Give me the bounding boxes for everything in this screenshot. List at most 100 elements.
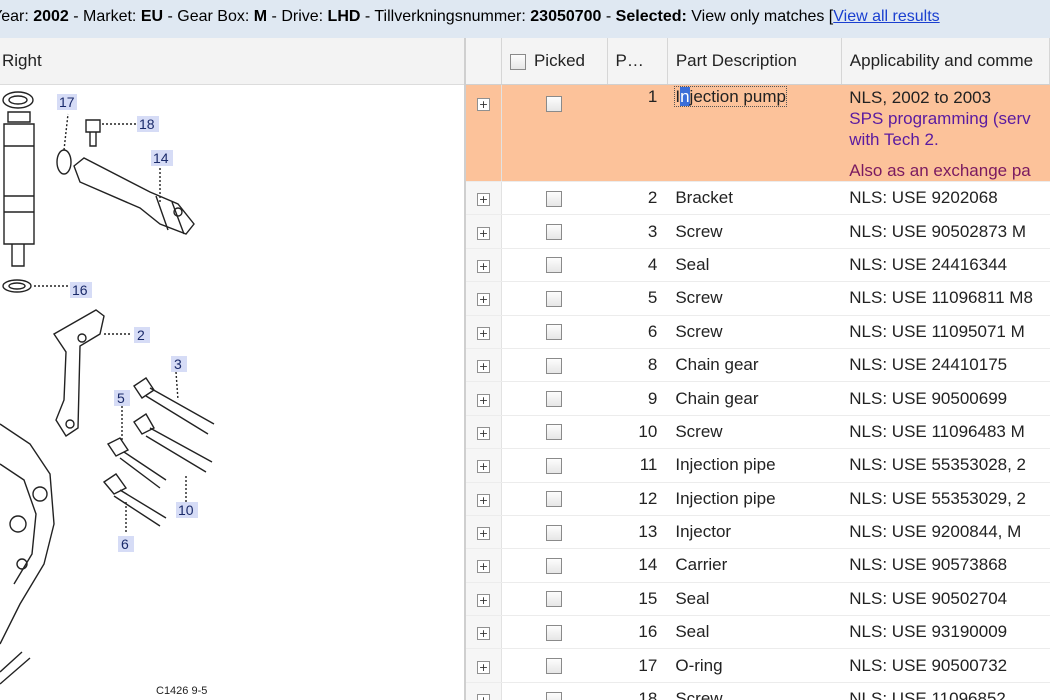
expand-plus-icon[interactable]: +	[476, 193, 490, 207]
table-row[interactable]: +15 Seal NLS: USE 90502704	[466, 582, 1050, 617]
diagram-label-14[interactable]: 14	[153, 150, 169, 166]
row-description[interactable]: Screw	[667, 415, 842, 450]
row-description[interactable]: Screw	[667, 682, 842, 700]
selected-mode-text: View only matches [	[686, 8, 834, 25]
row-picked-checkbox[interactable]	[546, 691, 563, 700]
diagram-label-2[interactable]: 2	[137, 327, 145, 343]
row-picked-checkbox[interactable]	[546, 95, 563, 112]
description-column-header[interactable]: Part Description	[667, 38, 842, 85]
row-picked-checkbox[interactable]	[546, 558, 563, 574]
exploded-parts-diagram[interactable]: 17 18 14 16 2 3 5 10 6 C1426 9-5	[0, 84, 464, 700]
expand-plus-icon[interactable]: +	[476, 493, 490, 507]
diagram-label-17[interactable]: 17	[59, 94, 75, 110]
row-picked-checkbox[interactable]	[546, 457, 563, 474]
diagram-drawing	[0, 91, 215, 685]
row-expander-cell: +	[466, 548, 502, 583]
row-position: 17	[607, 648, 668, 683]
row-description[interactable]: Injection pipe	[667, 448, 842, 483]
diagram-label-16[interactable]: 16	[72, 282, 88, 298]
row-description[interactable]: Injection pump	[667, 84, 842, 182]
diagram-label-10[interactable]: 10	[178, 502, 194, 518]
diagram-label-3[interactable]: 3	[174, 356, 182, 372]
row-picked-cell	[501, 448, 607, 483]
row-expander-cell: +	[466, 381, 502, 416]
applicability-column-header[interactable]: Applicability and comme	[841, 38, 1050, 85]
table-row[interactable]: +14 Carrier NLS: USE 90573868	[466, 548, 1050, 583]
expand-plus-icon[interactable]: +	[476, 593, 490, 607]
expand-plus-icon[interactable]: +	[476, 226, 490, 240]
row-applicability: NLS: USE 90500732	[841, 648, 1050, 683]
row-picked-checkbox[interactable]	[546, 324, 563, 341]
table-row[interactable]: +4 Seal NLS: USE 24416344	[466, 248, 1050, 283]
table-row[interactable]: +13 Injector NLS: USE 9200844, M	[466, 515, 1050, 550]
diagram-label-18[interactable]: 18	[139, 116, 155, 132]
row-description[interactable]: Chain gear	[667, 348, 842, 383]
row-description[interactable]: Injector	[667, 515, 842, 550]
table-row[interactable]: +2 Bracket NLS: USE 9202068	[466, 181, 1050, 216]
expand-plus-icon[interactable]: +	[476, 293, 490, 307]
expand-plus-icon[interactable]: +	[476, 460, 490, 474]
expand-plus-icon[interactable]: +	[476, 527, 490, 541]
table-row[interactable]: +12 Injection pipe NLS: USE 55353029, 2	[466, 482, 1050, 516]
row-picked-cell	[501, 381, 607, 416]
expand-plus-icon[interactable]: +	[476, 694, 490, 700]
row-picked-checkbox[interactable]	[546, 357, 563, 374]
diagram-label-6[interactable]: 6	[121, 536, 129, 552]
row-description[interactable]: Seal	[667, 248, 842, 283]
position-column-header[interactable]: P…	[607, 38, 668, 85]
row-description[interactable]: Screw	[667, 214, 842, 249]
expand-plus-icon[interactable]: +	[476, 98, 490, 111]
row-picked-checkbox[interactable]	[546, 290, 563, 307]
row-picked-cell	[501, 615, 607, 650]
table-row-selected[interactable]: + 1 Injection pump NLS, 2002 to 2003 SPS…	[466, 84, 1050, 182]
row-description[interactable]: Injection pipe	[667, 482, 842, 516]
table-row[interactable]: +11 Injection pipe NLS: USE 55353028, 2	[466, 448, 1050, 483]
expand-plus-icon[interactable]: +	[476, 627, 490, 641]
table-row[interactable]: +6 Screw NLS: USE 11095071 M	[466, 315, 1050, 349]
row-picked-checkbox[interactable]	[546, 591, 563, 608]
expand-plus-icon[interactable]: +	[476, 393, 490, 407]
diagram-label-5[interactable]: 5	[117, 390, 125, 406]
expand-plus-icon[interactable]: +	[476, 259, 490, 273]
pick-all-checkbox[interactable]	[509, 53, 526, 70]
table-row[interactable]: +8 Chain gear NLS: USE 24410175	[466, 348, 1050, 383]
expand-plus-icon[interactable]: +	[476, 660, 490, 674]
row-picked-checkbox[interactable]	[546, 224, 563, 241]
row-description[interactable]: Seal	[667, 615, 842, 650]
row-picked-checkbox[interactable]	[546, 524, 563, 541]
row-description[interactable]: Carrier	[667, 548, 842, 583]
table-row[interactable]: +5 Screw NLS: USE 11096811 M8	[466, 281, 1050, 316]
row-picked-checkbox[interactable]	[546, 190, 563, 207]
row-picked-checkbox[interactable]	[546, 257, 563, 274]
picked-column-header[interactable]: Picked	[501, 38, 608, 85]
row-description[interactable]: O-ring	[667, 648, 842, 683]
row-description[interactable]: Chain gear	[667, 381, 842, 416]
expand-plus-icon[interactable]: +	[476, 360, 490, 374]
view-all-results-link[interactable]: View all results	[833, 8, 939, 25]
table-row[interactable]: +16 Seal NLS: USE 93190009	[466, 615, 1050, 650]
description-selection[interactable]: Injection pump	[674, 86, 787, 107]
row-description[interactable]: Bracket	[667, 181, 842, 216]
row-expander-cell: +	[466, 415, 502, 450]
row-picked-checkbox[interactable]	[546, 424, 563, 441]
row-position: 14	[607, 548, 668, 583]
row-description[interactable]: Screw	[667, 315, 842, 349]
expand-plus-icon[interactable]: +	[476, 426, 490, 440]
expand-plus-icon[interactable]: +	[476, 560, 490, 574]
diagram-panel: Right 17 18 14 16 2 3 5 10 6 C1426 9-5	[0, 38, 464, 700]
expand-plus-icon[interactable]: +	[476, 326, 490, 340]
table-row[interactable]: +9 Chain gear NLS: USE 90500699	[466, 381, 1050, 416]
row-picked-checkbox[interactable]	[546, 491, 563, 508]
row-description[interactable]: Screw	[667, 281, 842, 316]
row-picked-checkbox[interactable]	[546, 658, 563, 675]
applicability-header-label: Applicability and comme	[849, 51, 1034, 70]
row-picked-checkbox[interactable]	[546, 391, 563, 408]
row-picked-checkbox[interactable]	[546, 624, 563, 641]
table-row[interactable]: +10 Screw NLS: USE 11096483 M	[466, 415, 1050, 450]
table-row[interactable]: +3 Screw NLS: USE 90502873 M	[466, 214, 1050, 249]
parts-list-panel: Picked P… Part Description Applicability…	[466, 38, 1050, 700]
row-picked-cell	[501, 515, 607, 550]
row-description[interactable]: Seal	[667, 582, 842, 617]
table-row[interactable]: +17 O-ring NLS: USE 90500732	[466, 648, 1050, 683]
table-row[interactable]: +18ScrewNLS: USE 11096852	[466, 682, 1050, 700]
